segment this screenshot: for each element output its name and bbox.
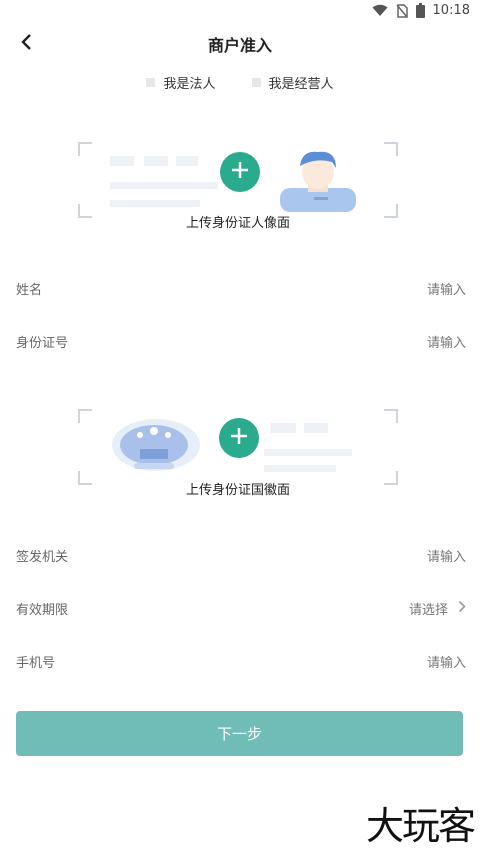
field-label: 姓名 — [16, 282, 43, 298]
placeholder-bar — [110, 200, 200, 207]
role-option-operator[interactable]: 我是经营人 — [251, 72, 334, 92]
battery-icon — [415, 3, 425, 18]
placeholder-bar — [264, 449, 352, 456]
frame-corner — [384, 409, 398, 423]
field-label: 签发机关 — [16, 549, 69, 565]
form-row-name: 姓名 请输入 — [16, 278, 466, 298]
frame-corner — [78, 409, 92, 423]
placeholder-bar — [110, 156, 134, 166]
status-bar: 10:18 — [0, 0, 480, 24]
form-row-phone: 手机号 请输入 — [16, 651, 466, 671]
national-emblem-icon — [110, 419, 210, 479]
placeholder-bar — [144, 156, 168, 166]
role-option-label: 我是法人 — [163, 76, 216, 92]
next-step-button[interactable]: 下一步 — [16, 711, 463, 756]
frame-corner — [78, 142, 92, 156]
phone-input[interactable]: 请输入 — [427, 652, 466, 671]
form-row-id-number: 身份证号 请输入 — [16, 331, 466, 351]
form-row-issuing-authority: 签发机关 请输入 — [16, 545, 466, 565]
no-sim-icon — [395, 3, 408, 18]
checkbox[interactable] — [146, 77, 156, 87]
chevron-right-icon — [458, 600, 466, 617]
upload-id-portrait[interactable]: 上传身份证人像面 — [78, 142, 398, 231]
placeholder-bar — [264, 465, 336, 472]
form-row-validity-period: 有效期限 请选择 — [16, 598, 466, 618]
field-label: 有效期限 — [16, 602, 69, 618]
status-icons: 10:18 — [372, 3, 470, 18]
placeholder-bar — [176, 156, 198, 166]
frame-corner — [384, 142, 398, 156]
upload-emblem-label: 上传身份证国徽面 — [185, 483, 290, 498]
select-placeholder: 请选择 — [408, 602, 448, 618]
clock: 10:18 — [432, 3, 470, 18]
checkbox[interactable] — [251, 77, 261, 87]
upload-emblem-button[interactable] — [219, 418, 259, 458]
name-input[interactable]: 请输入 — [427, 279, 466, 298]
upload-id-emblem[interactable]: 上传身份证国徽面 — [78, 409, 398, 498]
wifi-icon — [372, 4, 388, 17]
portrait-illustration-icon — [278, 150, 362, 216]
issuing-authority-input[interactable]: 请输入 — [427, 546, 466, 565]
placeholder-bar — [110, 182, 218, 189]
placeholder-bar — [270, 423, 296, 433]
page-title: 商户准入 — [207, 36, 272, 55]
id-number-input[interactable]: 请输入 — [427, 332, 466, 351]
role-option-label: 我是经营人 — [268, 76, 334, 92]
field-label: 身份证号 — [16, 335, 69, 351]
upload-portrait-label: 上传身份证人像面 — [185, 216, 290, 231]
plus-icon — [229, 426, 249, 450]
nav-bar: 商户准入 — [0, 24, 480, 64]
upload-portrait-button[interactable] — [220, 152, 260, 192]
field-label: 手机号 — [16, 655, 56, 671]
role-selector: 我是法人 我是经营人 — [0, 72, 480, 92]
watermark-logo: 大玩客 — [365, 804, 476, 848]
plus-icon — [230, 160, 250, 184]
placeholder-bar — [304, 423, 328, 433]
validity-period-select[interactable]: 请选择 — [409, 599, 466, 618]
role-option-legal-person[interactable]: 我是法人 — [146, 72, 216, 92]
